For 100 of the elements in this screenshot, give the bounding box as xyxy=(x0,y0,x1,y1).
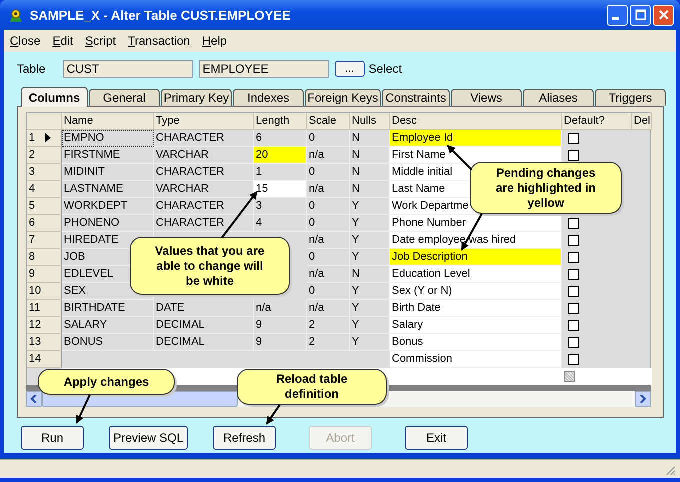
table-cell: 20 xyxy=(254,147,307,164)
checkbox[interactable] xyxy=(568,337,579,348)
table-cell: WORKDEPT xyxy=(62,198,154,215)
table-cell: n/a xyxy=(307,232,350,249)
menu-item[interactable]: Transaction xyxy=(128,34,190,48)
row-header[interactable]: 2 xyxy=(27,147,62,164)
checkbox[interactable] xyxy=(568,218,579,229)
checkbox[interactable] xyxy=(568,252,579,263)
schema-field[interactable]: CUST xyxy=(62,60,193,78)
table-cell: VARCHAR xyxy=(154,147,254,164)
table-cell: BONUS xyxy=(62,334,154,351)
checkbox[interactable] xyxy=(568,133,579,144)
table-label: Table xyxy=(17,62,46,76)
arrow xyxy=(266,404,281,425)
table-cell: 4 xyxy=(254,215,307,232)
table-cell: 2 xyxy=(307,334,350,351)
table-cell: N xyxy=(350,266,390,283)
row-header[interactable]: 11 xyxy=(27,300,62,317)
browse-button[interactable]: ... xyxy=(334,61,365,77)
select-label: Select xyxy=(368,62,402,76)
column-header[interactable]: Nulls xyxy=(350,113,390,130)
row-header[interactable]: 1 xyxy=(27,130,62,147)
menu-item[interactable]: Edit xyxy=(52,34,74,48)
app-icon xyxy=(8,7,24,23)
table-cell: 9 xyxy=(254,334,307,351)
tab[interactable]: Constraints xyxy=(382,89,450,106)
tab[interactable]: General xyxy=(89,89,160,106)
checkbox[interactable] xyxy=(568,303,579,314)
action-button[interactable]: Run xyxy=(21,426,84,450)
table-cell: 0 xyxy=(307,130,350,147)
row-header[interactable]: 14 xyxy=(27,351,62,368)
checkbox[interactable] xyxy=(568,320,579,331)
tab[interactable]: Foreign Keys xyxy=(305,89,381,106)
table-cell: 0 xyxy=(307,164,350,181)
table-cell: 0 xyxy=(307,283,350,300)
minimize-icon xyxy=(612,16,619,20)
tab[interactable]: Primary Key xyxy=(161,89,232,106)
row-header[interactable]: 7 xyxy=(27,232,62,249)
table-cell: n/a xyxy=(307,266,350,283)
header-corner xyxy=(27,113,62,130)
checkbox[interactable] xyxy=(568,354,579,365)
column-header[interactable]: Del xyxy=(632,113,652,130)
column-header[interactable]: Type xyxy=(154,113,254,130)
menu-item[interactable]: Close xyxy=(10,34,41,48)
table-cell: Y xyxy=(350,198,390,215)
maximize-button[interactable] xyxy=(630,4,651,26)
row-header[interactable]: 13 xyxy=(27,334,62,351)
table-cell: n/a xyxy=(254,300,307,317)
close-icon xyxy=(658,9,670,21)
table-cell: n/a xyxy=(307,181,350,198)
tab[interactable]: Aliases xyxy=(523,89,594,106)
column-header[interactable]: Length xyxy=(254,113,307,130)
callout: Pending changes are highlighted in yellow xyxy=(470,162,622,214)
row-header[interactable]: 6 xyxy=(27,215,62,232)
row-header[interactable]: 5 xyxy=(27,198,62,215)
row-header[interactable]: 4 xyxy=(27,181,62,198)
action-button[interactable]: Refresh xyxy=(213,426,276,450)
tab[interactable]: Views xyxy=(451,89,522,106)
row-header[interactable]: 10 xyxy=(27,283,62,300)
table-cell: 0 xyxy=(307,198,350,215)
checkbox[interactable] xyxy=(568,286,579,297)
tab[interactable]: Triggers xyxy=(595,89,666,106)
table-cell: Phone Number xyxy=(390,215,562,232)
minimize-button[interactable] xyxy=(607,4,628,26)
tab[interactable]: Columns xyxy=(21,87,88,107)
table-cell: 6 xyxy=(254,130,307,147)
close-button[interactable] xyxy=(653,4,674,26)
checkbox[interactable] xyxy=(568,235,579,246)
scroll-left-icon[interactable] xyxy=(26,391,42,407)
table-cell: N xyxy=(350,181,390,198)
table-cell: n/a xyxy=(307,300,350,317)
table-cell: PHONENO xyxy=(62,215,154,232)
checkbox[interactable] xyxy=(568,269,579,280)
row-header[interactable]: 3 xyxy=(27,164,62,181)
table-cell: 0 xyxy=(307,249,350,266)
table-cell: N xyxy=(350,147,390,164)
action-button[interactable]: Exit xyxy=(405,426,468,450)
table-cell: Bonus xyxy=(390,334,562,351)
menu-item[interactable]: Script xyxy=(85,34,116,48)
row-header[interactable]: 9 xyxy=(27,266,62,283)
column-header[interactable]: Default? xyxy=(562,113,632,130)
table-cell: DATE xyxy=(154,300,254,317)
tab[interactable]: Indexes xyxy=(233,89,304,106)
column-header[interactable]: Desc xyxy=(390,113,562,130)
menu-item[interactable]: Help xyxy=(202,34,228,48)
window-title: SAMPLE_X - Alter Table CUST.EMPLOYEE xyxy=(30,8,292,22)
table-cell: N xyxy=(350,130,390,147)
row-header[interactable]: 8 xyxy=(27,249,62,266)
table-cell: BIRTHDATE xyxy=(62,300,154,317)
checkbox[interactable] xyxy=(568,150,579,161)
table-cell: MIDINIT xyxy=(62,164,154,181)
action-button[interactable]: Preview SQL xyxy=(109,426,188,450)
column-header[interactable]: Name xyxy=(62,113,154,130)
row-header[interactable]: 12 xyxy=(27,317,62,334)
scroll-right-icon[interactable] xyxy=(635,391,651,407)
table-cell: 1 xyxy=(254,164,307,181)
table-cell: Employee Id xyxy=(390,130,562,147)
column-header[interactable]: Scale xyxy=(307,113,350,130)
table-name-field[interactable]: EMPLOYEE xyxy=(198,60,329,78)
table-cell: Sex (Y or N) xyxy=(390,283,562,300)
